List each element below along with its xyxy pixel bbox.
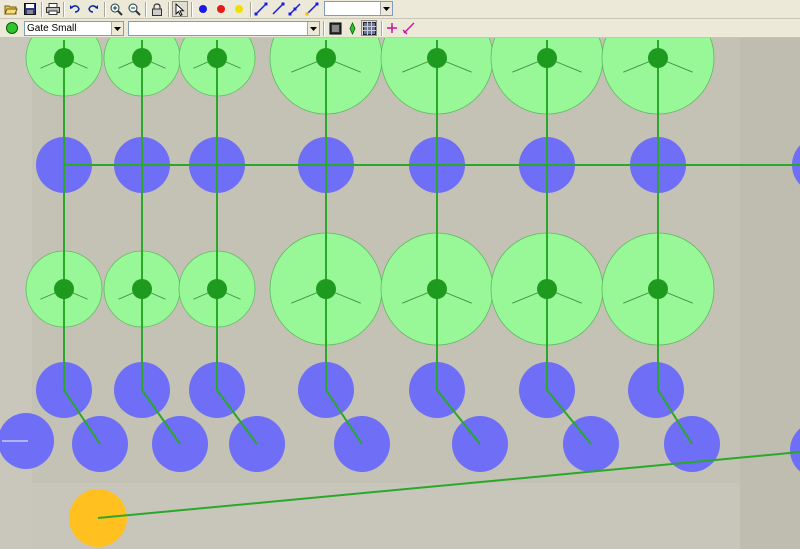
crosshair-icon[interactable] (344, 20, 360, 36)
save-icon[interactable] (22, 1, 38, 17)
gate-center-dot[interactable] (207, 48, 227, 68)
zoom-out-icon[interactable] (126, 1, 142, 17)
yellow-dot-icon[interactable] (231, 1, 247, 17)
gate-center-dot[interactable] (427, 48, 447, 68)
line-tool-3-icon[interactable] (287, 1, 303, 17)
layer-color-icon[interactable] (4, 20, 20, 36)
gate-center-dot[interactable] (207, 279, 227, 299)
toolbar-separator (191, 2, 193, 17)
main-toolbar (0, 0, 800, 19)
open-folder-icon[interactable] (3, 1, 19, 17)
gate-center-dot[interactable] (537, 48, 557, 68)
gate-center-dot[interactable] (427, 279, 447, 299)
grid-icon[interactable] (361, 20, 377, 36)
lock-icon[interactable] (149, 1, 165, 17)
gate-center-dot[interactable] (316, 48, 336, 68)
chevron-down-icon[interactable] (380, 2, 392, 15)
undo-icon[interactable] (67, 1, 83, 17)
layer-select-value: Gate Small (27, 23, 77, 34)
select-pointer-icon[interactable] (172, 1, 188, 17)
gate-center-dot[interactable] (54, 48, 74, 68)
toolbar-separator (168, 2, 170, 17)
canvas-right-strip (740, 38, 800, 549)
line-tool-1-icon[interactable] (253, 1, 269, 17)
toolbar-separator (104, 2, 106, 17)
chevron-down-icon[interactable] (111, 22, 123, 35)
layer-toolbar: Gate Small (0, 19, 800, 38)
secondary-select[interactable] (128, 21, 320, 36)
zoom-in-icon[interactable] (108, 1, 124, 17)
gate-center-dot[interactable] (54, 279, 74, 299)
red-dot-icon[interactable] (213, 1, 229, 17)
gate-center-dot[interactable] (537, 279, 557, 299)
gate-center-dot[interactable] (316, 279, 336, 299)
toolbar-separator (63, 2, 65, 17)
toolbar-separator (41, 2, 43, 17)
toolbar-separator (323, 21, 325, 36)
toolbar-separator (381, 21, 383, 36)
add-point-icon[interactable] (384, 20, 400, 36)
gate-center-dot[interactable] (648, 279, 668, 299)
toolbar-separator (145, 2, 147, 17)
gate-center-dot[interactable] (132, 48, 152, 68)
redo-icon[interactable] (85, 1, 101, 17)
top-toolbar-dropdown[interactable] (324, 1, 393, 16)
layer-select[interactable]: Gate Small (24, 21, 124, 36)
line-tool-2-icon[interactable] (270, 1, 286, 17)
gate-center-dot[interactable] (648, 48, 668, 68)
blue-dot-icon[interactable] (195, 1, 211, 17)
chevron-down-icon[interactable] (307, 22, 319, 35)
fit-view-icon[interactable] (327, 20, 343, 36)
print-icon[interactable] (45, 1, 61, 17)
editor-canvas[interactable] (0, 38, 800, 549)
gate-center-dot[interactable] (132, 279, 152, 299)
edit-line-icon[interactable] (401, 20, 417, 36)
line-tool-4-icon[interactable] (304, 1, 320, 17)
toolbar-separator (250, 2, 252, 17)
node-circle[interactable] (628, 362, 684, 418)
canvas-bottom-strip (32, 483, 740, 549)
